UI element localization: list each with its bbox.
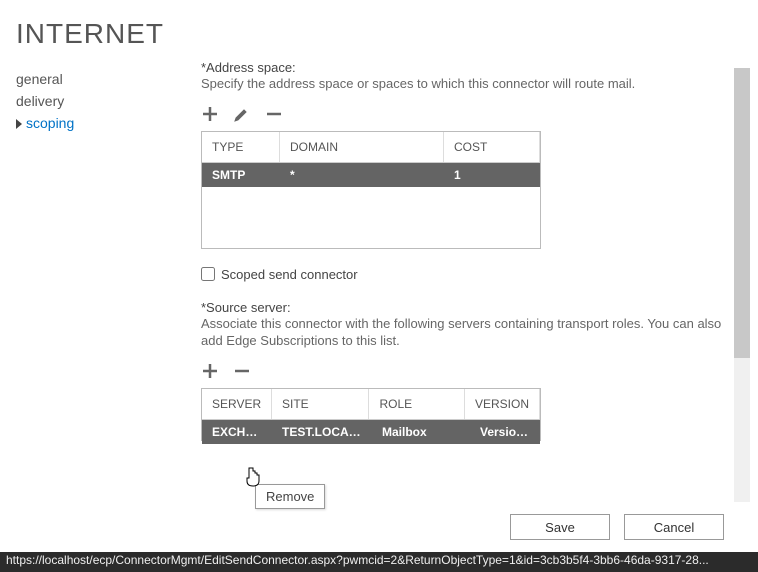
address-grid-header: TYPE DOMAIN COST [202,132,540,163]
cell-server: EXCHA... [202,420,272,444]
source-toolbar [201,362,724,380]
cell-type: SMTP [202,163,280,187]
table-row[interactable]: EXCHA... TEST.LOCAL/C... Mailbox Version… [202,420,540,444]
col-domain[interactable]: DOMAIN [280,132,444,162]
scoped-checkbox-row: Scoped send connector [201,267,724,282]
source-server-label: *Source server: [201,300,724,315]
caret-icon [16,119,22,129]
sidebar: general delivery scoping [0,60,165,502]
col-cost[interactable]: COST [444,132,540,162]
add-icon[interactable] [201,362,219,380]
nav-scoping-label: scoping [26,115,74,131]
scroll-thumb[interactable] [734,68,750,358]
remove-icon[interactable] [265,105,283,123]
col-site[interactable]: SITE [272,389,369,419]
add-icon[interactable] [201,105,219,123]
save-button[interactable]: Save [510,514,610,540]
nav-delivery[interactable]: delivery [16,90,165,112]
cell-version: Version ... [470,420,540,444]
remove-tooltip: Remove [255,484,325,509]
nav-scoping[interactable]: scoping [16,112,165,134]
status-bar: https://localhost/ecp/ConnectorMgmt/Edit… [0,552,758,572]
scoped-label: Scoped send connector [221,267,358,282]
address-space-label: *Address space: [201,60,724,75]
page-title: INTERNET [0,0,758,60]
source-server-help: Associate this connector with the follow… [201,315,724,350]
cell-role: Mailbox [372,420,470,444]
cell-cost: 1 [444,163,540,187]
cell-domain: * [280,163,444,187]
col-version[interactable]: VERSION [465,389,540,419]
dialog-footer: Save Cancel [0,502,758,552]
scoped-checkbox[interactable] [201,267,215,281]
edit-icon[interactable] [233,105,251,123]
cell-site: TEST.LOCAL/C... [272,420,372,444]
source-grid: SERVER SITE ROLE VERSION EXCHA... TEST.L… [201,388,541,441]
address-toolbar [201,105,724,123]
nav-general[interactable]: general [16,68,165,90]
col-role[interactable]: ROLE [369,389,465,419]
scrollbar[interactable] [734,68,750,502]
address-space-help: Specify the address space or spaces to w… [201,75,724,93]
table-row[interactable]: SMTP * 1 [202,163,540,187]
cancel-button[interactable]: Cancel [624,514,724,540]
address-grid: TYPE DOMAIN COST SMTP * 1 [201,131,541,249]
remove-icon[interactable] [233,362,251,380]
col-server[interactable]: SERVER [202,389,272,419]
col-type[interactable]: TYPE [202,132,280,162]
source-grid-header: SERVER SITE ROLE VERSION [202,389,540,420]
